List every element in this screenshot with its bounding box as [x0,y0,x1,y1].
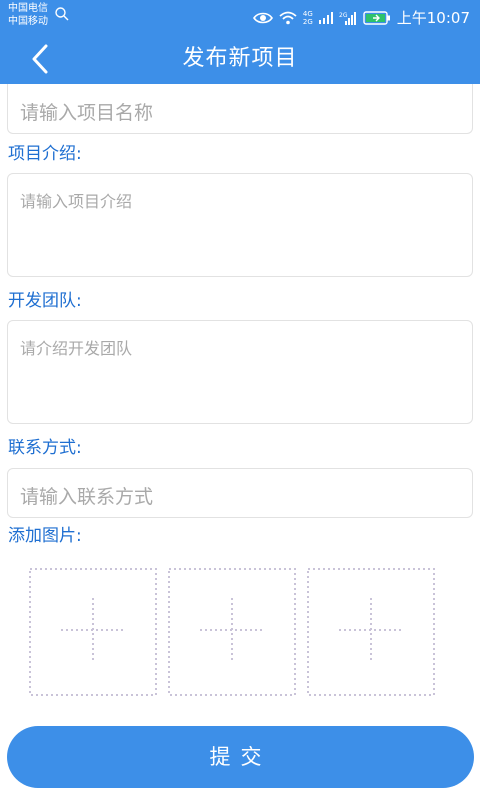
dev-team-textarea[interactable]: 请介绍开发团队 [7,320,473,424]
image-slot-1[interactable] [28,567,158,697]
app-bar: 发布新项目 [0,34,480,84]
images-label: 添加图片: [8,526,82,546]
network-labels: 4G 2G [303,10,313,26]
project-intro-placeholder: 请输入项目介绍 [20,192,133,211]
eye-icon [252,12,273,23]
signal-icon-2: 2G [339,11,356,25]
contact-label: 联系方式: [8,438,82,458]
plus-icon [200,598,264,662]
plus-icon [339,598,403,662]
image-slot-2[interactable] [167,567,297,697]
team-label: 开发团队: [8,291,82,311]
plus-icon [61,598,125,662]
page-title: 发布新项目 [182,46,298,71]
status-icons: 4G 2G 2G 上午10:07 [252,7,470,28]
contact-input[interactable]: 请输入联系方式 [7,468,473,518]
dev-team-placeholder: 请介绍开发团队 [20,339,133,358]
project-name-input[interactable]: 请输入项目名称 [7,84,473,134]
image-slot-3[interactable] [306,567,436,697]
signal-icon [318,11,333,24]
wifi-icon [279,11,297,24]
project-name-placeholder: 请输入项目名称 [20,102,154,124]
carrier-1: 中国电信 [8,3,48,14]
search-icon [55,7,69,21]
intro-label: 项目介绍: [8,144,82,164]
network-label-2: 2G [302,17,313,26]
submit-button[interactable]: 提交 [7,726,474,788]
carrier-2: 中国移动 [8,16,48,27]
contact-placeholder: 请输入联系方式 [20,486,154,508]
signal-2g-label: 2G [339,12,348,19]
project-intro-textarea[interactable]: 请输入项目介绍 [7,173,473,277]
status-time: 上午10:07 [396,9,470,27]
status-bar: 中国电信 中国移动 4G 2G 2G 上午10:07 [0,0,480,34]
battery-icon [363,10,390,25]
network-label-1: 4G [302,9,313,18]
carrier-info: 中国电信 中国移动 [8,2,48,28]
